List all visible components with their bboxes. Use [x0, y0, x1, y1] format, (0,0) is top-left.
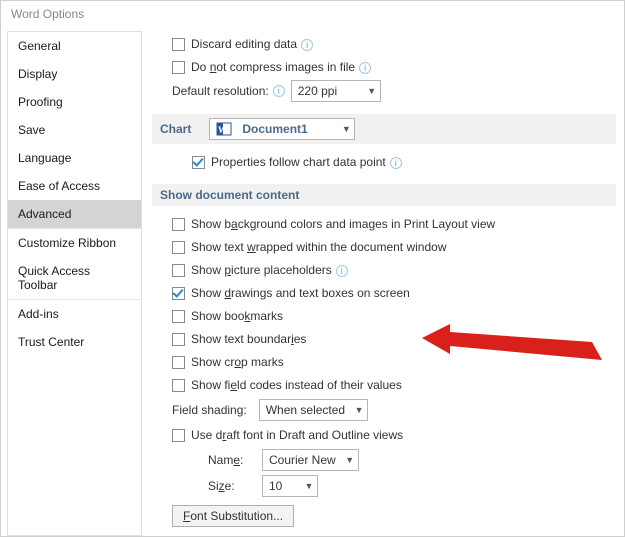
section-chart: Chart W Document1 ▼	[152, 114, 616, 144]
combo-font-name[interactable]: Courier New ▼	[262, 449, 359, 471]
combo-chart-document[interactable]: W Document1 ▼	[209, 118, 355, 140]
info-icon[interactable]: i	[359, 62, 371, 74]
checkbox-bg-colors[interactable]	[172, 218, 185, 231]
checkbox-crop-marks[interactable]	[172, 356, 185, 369]
label-font-size: Size:	[208, 479, 250, 493]
label-no-compress: Do not compress images in filei	[191, 60, 371, 74]
label-field-shading: Field shading:	[172, 403, 247, 417]
label-field-codes: Show field codes instead of their values	[191, 378, 402, 392]
checkbox-field-codes[interactable]	[172, 379, 185, 392]
combo-font-size[interactable]: 10 ▼	[262, 475, 318, 497]
sidebar-item-customize-ribbon[interactable]: Customize Ribbon	[8, 229, 141, 257]
sidebar-item-ease-of-access[interactable]: Ease of Access	[8, 172, 141, 200]
info-icon[interactable]: i	[301, 39, 313, 51]
label-drawings: Show drawings and text boxes on screen	[191, 286, 410, 300]
chevron-down-icon: ▼	[338, 124, 354, 134]
checkbox-draft-font[interactable]	[172, 429, 185, 442]
window-body: General Display Proofing Save Language E…	[1, 27, 624, 536]
sidebar-item-advanced[interactable]: Advanced	[8, 200, 141, 228]
sidebar-item-display[interactable]: Display	[8, 60, 141, 88]
combo-value: 10	[263, 479, 301, 493]
word-doc-icon: W	[216, 121, 232, 137]
label-picture-placeholders: Show picture placeholdersi	[191, 263, 348, 277]
sidebar-item-general[interactable]: General	[8, 32, 141, 60]
chevron-down-icon: ▼	[301, 481, 317, 491]
combo-default-resolution[interactable]: 220 ppi ▼	[291, 80, 381, 102]
checkbox-no-compress[interactable]	[172, 61, 185, 74]
section-show-document-content: Show document content	[152, 184, 616, 206]
sidebar-item-quick-access-toolbar[interactable]: Quick Access Toolbar	[8, 257, 141, 299]
checkbox-text-wrap[interactable]	[172, 241, 185, 254]
checkbox-discard-editing-data[interactable]	[172, 38, 185, 51]
combo-value: When selected	[260, 403, 351, 417]
sidebar-item-trust-center[interactable]: Trust Center	[8, 328, 141, 356]
combo-field-shading[interactable]: When selected ▼	[259, 399, 368, 421]
label-properties-follow: Properties follow chart data pointi	[211, 155, 402, 169]
combo-value: Courier New	[263, 453, 342, 467]
label-crop-marks: Show crop marks	[191, 355, 284, 369]
checkbox-bookmarks[interactable]	[172, 310, 185, 323]
sidebar: General Display Proofing Save Language E…	[7, 31, 142, 536]
checkbox-picture-placeholders[interactable]	[172, 264, 185, 277]
label-draft-font: Use draft font in Draft and Outline view…	[191, 428, 403, 442]
chevron-down-icon: ▼	[351, 405, 367, 415]
label-bg-colors: Show background colors and images in Pri…	[191, 217, 495, 231]
combo-value: Document1	[236, 122, 338, 136]
checkbox-text-boundaries[interactable]	[172, 333, 185, 346]
label-bookmarks: Show bookmarks	[191, 309, 283, 323]
combo-value: 220 ppi	[292, 84, 364, 98]
label-text-boundaries: Show text boundaries	[191, 332, 306, 346]
info-icon[interactable]: i	[336, 265, 348, 277]
section-label: Show document content	[160, 188, 299, 202]
checkbox-properties-follow[interactable]	[192, 156, 205, 169]
info-icon[interactable]: i	[390, 157, 402, 169]
word-options-window: Word Options General Display Proofing Sa…	[0, 0, 625, 537]
label-text-wrap: Show text wrapped within the document wi…	[191, 240, 446, 254]
window-title: Word Options	[1, 1, 624, 27]
label-default-resolution: Default resolution:	[172, 84, 269, 98]
sidebar-item-language[interactable]: Language	[8, 144, 141, 172]
sidebar-item-add-ins[interactable]: Add-ins	[8, 300, 141, 328]
label-discard-editing-data: Discard editing datai	[191, 37, 313, 51]
checkbox-drawings[interactable]	[172, 287, 185, 300]
font-substitution-button[interactable]: Font Substitution...	[172, 505, 294, 527]
sidebar-item-proofing[interactable]: Proofing	[8, 88, 141, 116]
info-icon[interactable]: i	[273, 85, 285, 97]
section-label: Chart	[160, 122, 191, 136]
svg-text:W: W	[218, 125, 227, 135]
chevron-down-icon: ▼	[364, 86, 380, 96]
chevron-down-icon: ▼	[342, 455, 358, 465]
content-pane: Discard editing datai Do not compress im…	[142, 27, 624, 536]
sidebar-item-save[interactable]: Save	[8, 116, 141, 144]
label-font-name: Name:	[208, 453, 250, 467]
